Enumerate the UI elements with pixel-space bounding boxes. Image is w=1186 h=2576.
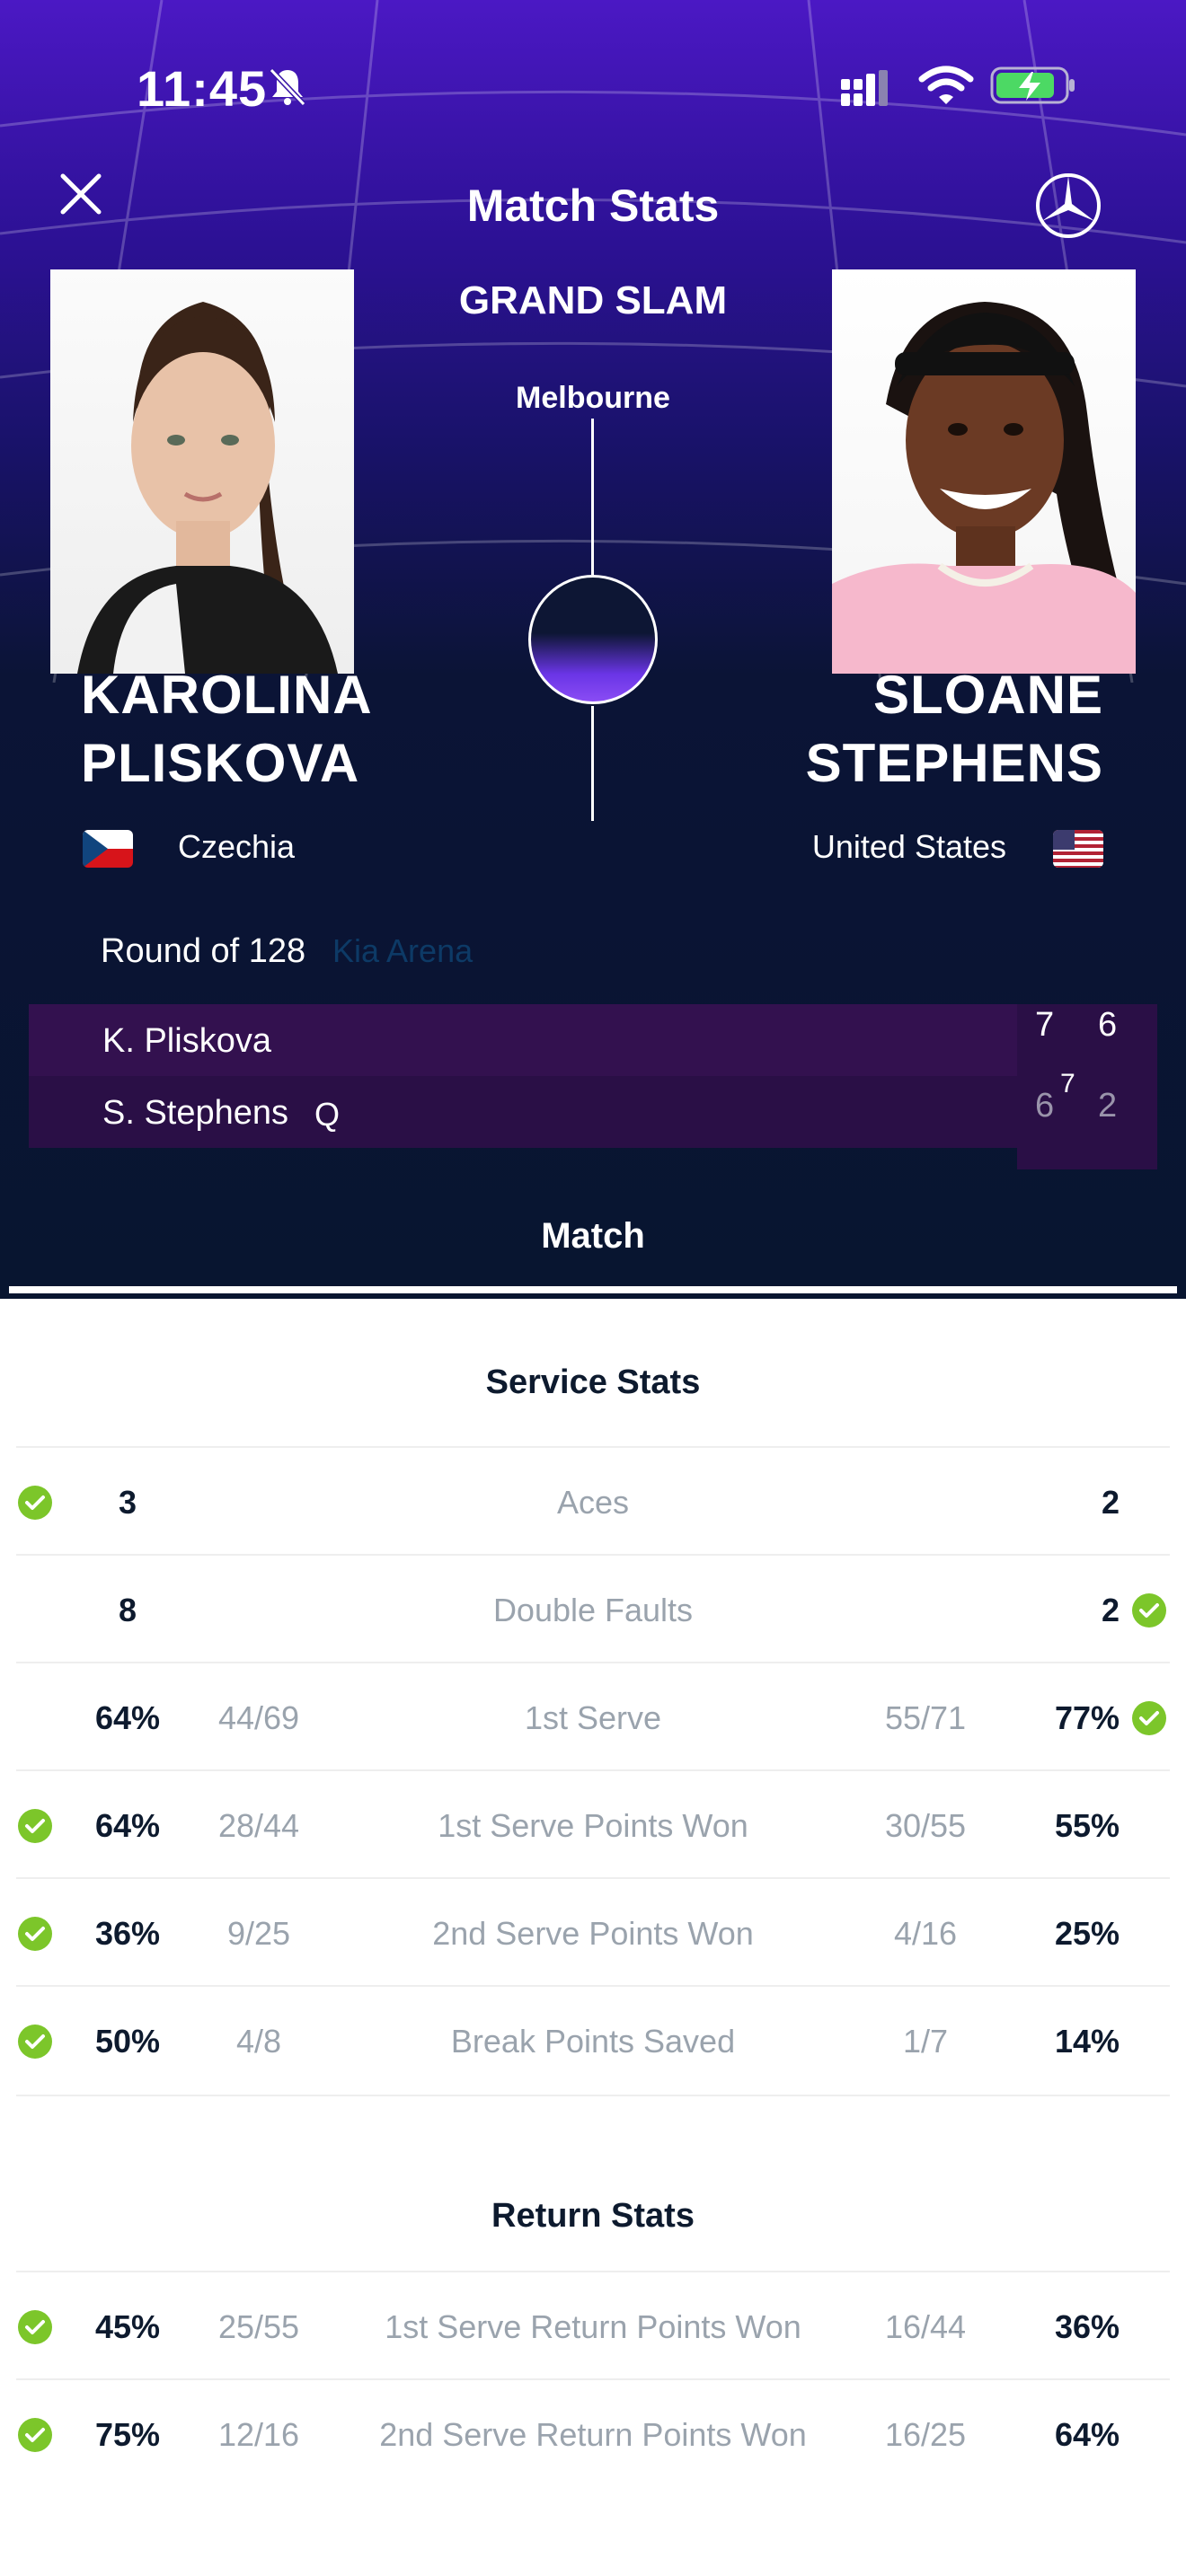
stat-value-left: 45% [94,2308,161,2345]
section-title-return: Return Stats [491,2197,695,2235]
mercedes-star-icon[interactable] [1033,171,1103,241]
stat-label: Aces [556,1484,630,1521]
player-left-last-name: PLISKOVA [81,733,360,793]
stat-value-left: 3 [118,1484,137,1521]
round-label: Round of 128 [101,932,306,970]
player-photo-stephens [832,269,1136,674]
stat-value-left: 64% [94,1807,161,1844]
stat-value-left: 75% [94,2416,161,2453]
tiebreak-score: 7 [1060,1069,1075,1098]
stat-row-first-serve-return-points-won: 45% 25/55 1st Serve Return Points Won 16… [0,2271,1186,2378]
stat-value-right: 2 [1101,1484,1120,1521]
versus-line-top [591,419,594,575]
court-label: Kia Arena [332,932,474,969]
stat-fraction-right: 4/16 [893,1915,958,1952]
stat-fraction-left: 28/44 [217,1807,300,1844]
player-photo-pliskova [50,269,354,674]
player-left-first-name: KAROLINA [81,665,373,725]
section-title-service: Service Stats [485,1363,701,1401]
player-left-country: Czechia [178,828,296,865]
stat-label: Break Points Saved [450,2023,736,2060]
check-icon [18,2418,52,2452]
scoreboard: K. Pliskova S. Stephens [29,1004,1157,1169]
stat-row-second-serve-points-won: 36% 9/25 2nd Serve Points Won 4/16 25% [0,1877,1186,1985]
stat-fraction-right: 1/7 [902,2023,949,2060]
stat-row-double-faults: 8 Double Faults 2 [0,1554,1186,1662]
stat-label: 2nd Serve Points Won [432,1915,754,1952]
check-icon [1132,1593,1166,1628]
player-name-left: KAROLINA PLISKOVA [81,661,373,798]
player-name-right: SLOANE STEPHENS [806,661,1103,798]
stat-value-left: 8 [118,1592,137,1628]
stat-row-second-serve-return-points-won: 75% 12/16 2nd Serve Return Points Won 16… [0,2378,1186,2486]
stat-fraction-left: 4/8 [235,2023,282,2060]
stat-fraction-left: 44/69 [217,1699,300,1736]
check-icon [1132,1701,1166,1735]
versus-line-bottom [591,706,594,821]
set-score: 7 [1035,1006,1055,1044]
stat-value-right: 25% [1054,1915,1120,1952]
scoreboard-row: K. Pliskova [29,1004,1157,1076]
stat-label: 1st Serve Points Won [438,1807,748,1844]
stat-value-right: 14% [1054,2023,1120,2060]
tab-match[interactable]: Match [0,1216,1186,1257]
stat-row-break-points-saved: 50% 4/8 Break Points Saved 1/7 14% [0,1985,1186,2093]
scoreboard-row: S. Stephens [29,1076,1157,1148]
scoreboard-player-name: S. Stephens [102,1094,289,1132]
stat-value-right: 55% [1054,1807,1120,1844]
stat-value-right: 77% [1054,1699,1120,1736]
stat-value-left: 50% [94,2023,161,2060]
stat-fraction-right: 16/25 [884,2416,967,2453]
check-icon [18,2025,52,2059]
check-icon [18,1486,52,1520]
match-header: 11:45 Match Stats GRAND SLAM Melbourne K… [0,0,1186,1299]
stat-row-first-serve-points-won: 64% 28/44 1st Serve Points Won 30/55 55% [0,1769,1186,1877]
set-score: 6 [1098,1006,1118,1044]
status-time: 11:45 [137,60,268,117]
set-score: 2 [1098,1087,1118,1125]
check-icon [18,2310,52,2344]
check-icon [18,1917,52,1951]
tournament-label: GRAND SLAM [458,278,728,322]
stat-label: 1st Serve [524,1699,662,1736]
player-right-last-name: STEPHENS [805,733,1103,793]
qualifier-badge: Q [314,1096,341,1133]
player-right-country: United States [811,828,1006,865]
scoreboard-player-name: K. Pliskova [102,1022,271,1060]
stat-value-right: 2 [1101,1592,1120,1628]
divider [16,2095,1170,2096]
wifi-icon [918,66,974,104]
stat-value-right: 36% [1054,2308,1120,2345]
stat-fraction-left: 12/16 [217,2416,300,2453]
set-score: 6 [1035,1087,1055,1125]
city-label: Melbourne [516,381,670,415]
stat-value-right: 64% [1054,2416,1120,2453]
stat-label: Double Faults [492,1592,694,1628]
stat-fraction-right: 30/55 [884,1807,967,1844]
tab-indicator [9,1286,1177,1293]
versus-emblem [528,575,658,704]
stat-row-aces: 3 Aces 2 [0,1446,1186,1554]
usa-flag-icon [1053,830,1103,868]
czechia-flag-icon [83,830,133,868]
stat-value-left: 64% [94,1699,161,1736]
stat-fraction-right: 55/71 [884,1699,967,1736]
player-right-first-name: SLOANE [872,665,1103,725]
stat-label: 1st Serve Return Points Won [385,2308,801,2345]
stat-fraction-right: 16/44 [884,2308,967,2345]
stat-value-left: 36% [94,1915,161,1952]
stat-fraction-left: 9/25 [226,1915,291,1952]
stat-fraction-left: 25/55 [217,2308,300,2345]
cellular-signal-icon [841,70,888,106]
battery-charging-icon [990,66,1075,104]
bell-muted-icon [269,67,306,107]
page-title: Match Stats [466,181,720,231]
stat-label: 2nd Serve Return Points Won [379,2416,807,2453]
check-icon [18,1809,52,1843]
stat-row-first-serve: 64% 44/69 1st Serve 55/71 77% [0,1662,1186,1769]
